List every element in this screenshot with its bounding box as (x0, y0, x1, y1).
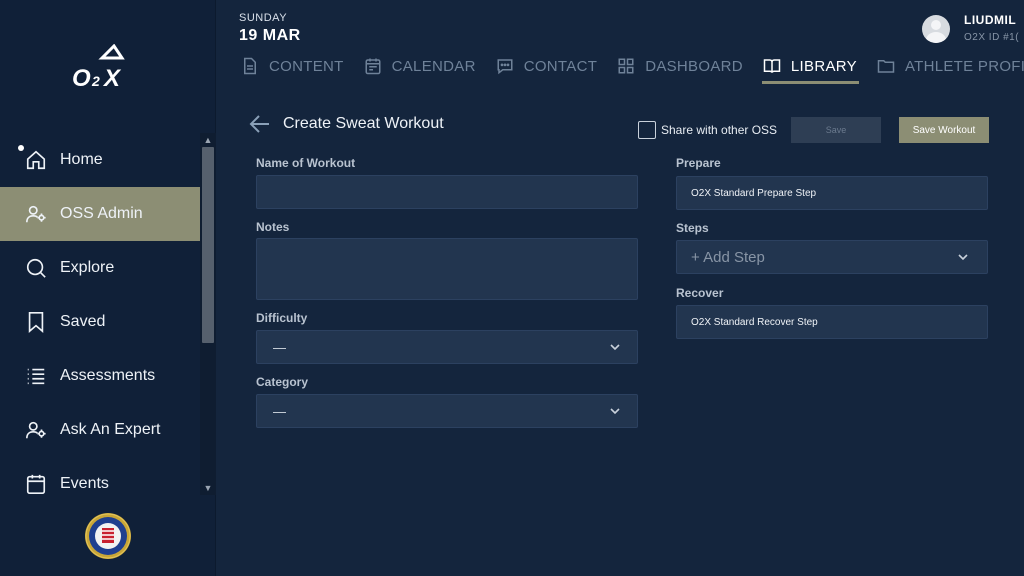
folder-icon (876, 56, 896, 76)
tab-content[interactable]: CONTENT (240, 54, 344, 78)
svg-text:2: 2 (91, 73, 100, 89)
difficulty-value: — (273, 339, 286, 355)
sidebar-item-label: Saved (60, 313, 106, 330)
tab-label: DASHBOARD (645, 57, 743, 75)
user-id: O2X ID #1( (964, 32, 1020, 43)
steps-label: Steps (676, 221, 709, 235)
o2x-logo: O 2 X (72, 44, 125, 90)
share-option[interactable]: Share with other OSS (638, 121, 777, 139)
save-button[interactable]: Save (791, 117, 881, 143)
recover-step-value: O2X Standard Recover Step (691, 316, 818, 328)
workout-name-input[interactable] (256, 175, 638, 209)
book-icon (762, 56, 782, 76)
sidebar-item-label: Ask An Expert (60, 421, 161, 438)
sidebar-item-explore[interactable]: Explore (0, 241, 200, 295)
grid-icon (616, 56, 636, 76)
user-name: LIUDMIL (964, 13, 1017, 27)
prepare-step-field[interactable]: O2X Standard Prepare Step (676, 176, 988, 210)
category-select[interactable]: — (256, 394, 638, 428)
sidebar-item-label: Home (60, 151, 103, 168)
save-workout-button[interactable]: Save Workout (899, 117, 989, 143)
document-icon (240, 56, 260, 76)
agency-seal-icon (85, 513, 131, 559)
top-tabs: CONTENT CALENDAR CONTACT DASHBOARD LIBRA… (240, 54, 1024, 84)
difficulty-label: Difficulty (256, 311, 308, 325)
list-icon (24, 364, 48, 388)
recover-step-field[interactable]: O2X Standard Recover Step (676, 305, 988, 339)
tab-label: CONTENT (269, 57, 344, 75)
calendar-icon (363, 56, 383, 76)
sidebar-item-events[interactable]: Events (0, 457, 200, 511)
user-menu[interactable]: LIUDMIL O2X ID #1( (922, 13, 1019, 43)
svg-text:O: O (72, 65, 91, 90)
workout-name-label: Name of Workout (256, 156, 356, 170)
scroll-up-icon[interactable]: ▲ (203, 135, 213, 145)
sidebar-item-label: Explore (60, 259, 115, 276)
header-day: SUNDAY (239, 12, 288, 24)
tab-label: LIBRARY (790, 57, 857, 75)
sidebar-item-home[interactable]: Home (0, 133, 200, 187)
avatar[interactable] (922, 15, 950, 43)
sidebar-item-assessments[interactable]: Assessments (0, 349, 200, 403)
prepare-step-value: O2X Standard Prepare Step (691, 187, 817, 199)
notification-dot (18, 145, 24, 151)
category-label: Category (256, 375, 309, 389)
add-step-select[interactable]: + Add Step (676, 240, 988, 274)
bookmark-icon (24, 310, 48, 334)
sidebar-item-oss-admin[interactable]: OSS Admin (0, 187, 200, 241)
share-label: Share with other OSS (661, 123, 778, 137)
page-title: Create Sweat Workout (283, 115, 444, 132)
tab-calendar[interactable]: CALENDAR (363, 54, 476, 78)
tab-label: CONTACT (523, 57, 598, 75)
tab-label: ATHLETE PROFILE (904, 57, 1024, 75)
scroll-down-icon[interactable]: ▼ (203, 483, 213, 493)
back-arrow-icon[interactable] (248, 113, 272, 135)
scroll-thumb[interactable] (202, 147, 214, 343)
sidebar-nav: Home OSS Admin Explore Saved Assessments… (0, 133, 200, 511)
chevron-down-icon (610, 408, 620, 415)
tab-label: CALENDAR (391, 57, 476, 75)
calendar-icon (24, 472, 48, 496)
add-step-placeholder: + Add Step (691, 248, 765, 266)
sidebar-scrollbar[interactable]: ▲ ▼ (200, 133, 216, 495)
chevron-down-icon (958, 254, 968, 261)
home-icon (24, 148, 48, 172)
sidebar-item-ask-an-expert[interactable]: Ask An Expert (0, 403, 200, 457)
tab-dashboard[interactable]: DASHBOARD (616, 54, 743, 78)
notes-textarea[interactable] (256, 238, 638, 300)
sidebar-item-label: Assessments (60, 367, 156, 384)
sidebar: O 2 X Home OSS Admin Explore Saved Asses… (0, 0, 216, 576)
svg-text:X: X (102, 65, 122, 90)
chevron-down-icon (610, 344, 620, 351)
tab-contact[interactable]: CONTACT (495, 54, 597, 78)
difficulty-select[interactable]: — (256, 330, 638, 364)
user-gear-icon (24, 202, 48, 226)
share-checkbox[interactable] (638, 121, 656, 139)
recover-label: Recover (676, 286, 724, 300)
prepare-label: Prepare (676, 156, 721, 170)
notes-label: Notes (256, 220, 290, 234)
header-date: 19 MAR (239, 27, 301, 44)
sidebar-item-saved[interactable]: Saved (0, 295, 200, 349)
sidebar-item-label: OSS Admin (60, 205, 143, 222)
search-icon (24, 256, 48, 280)
sidebar-item-label: Events (60, 475, 109, 492)
category-value: — (273, 403, 286, 419)
chat-icon (495, 56, 515, 76)
user-gear-icon (24, 418, 48, 442)
app-root: O 2 X Home OSS Admin Explore Saved Asses… (0, 0, 1024, 576)
tab-library[interactable]: LIBRARY (761, 54, 859, 84)
tab-athlete-profile[interactable]: ATHLETE PROFILE (876, 54, 1024, 78)
